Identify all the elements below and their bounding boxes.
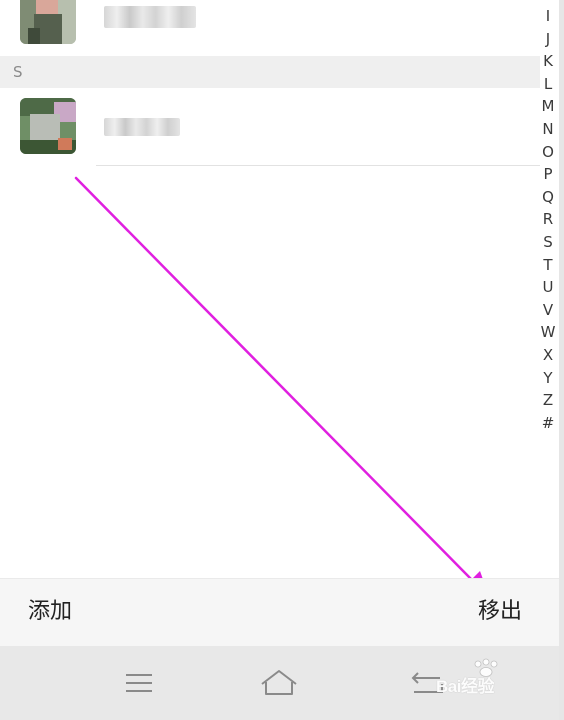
alphabet-index[interactable]: I J K L M N O P Q R S T U V W X Y Z # [538,5,558,434]
alphabet-index-letter[interactable]: N [538,118,558,141]
home-icon [261,670,297,695]
alphabet-index-letter[interactable]: V [538,299,558,322]
contact-row-top[interactable] [0,0,540,56]
add-button[interactable]: 添加 [28,598,72,626]
alphabet-index-letter[interactable]: O [538,141,558,164]
section-letter: S [13,63,23,81]
contact-avatar [20,98,76,154]
watermark-text: Bai经验 [436,677,494,696]
alphabet-index-letter[interactable]: M [538,95,558,118]
alphabet-index-letter[interactable]: Y [538,367,558,390]
alphabet-index-letter[interactable]: Z [538,389,558,412]
screen-edge [559,0,564,720]
contact-list-screen: S I J K L M N O P Q R S T U V W X Y Z # 添加 移出 [0,0,564,720]
nav-home-button[interactable] [259,666,299,702]
section-header: S [0,56,540,88]
baidu-watermark: Bai经验 [432,658,552,698]
remove-button[interactable]: 移出 [478,598,522,626]
alphabet-index-letter[interactable]: W [538,321,558,344]
alphabet-index-letter[interactable]: L [538,73,558,96]
contact-name-blurred [104,118,180,136]
alphabet-index-letter[interactable]: U [538,276,558,299]
alphabet-index-letter[interactable]: S [538,231,558,254]
contact-name-blurred [104,6,196,28]
contact-row-s[interactable] [0,88,540,166]
menu-icon [126,674,152,692]
alphabet-index-letter[interactable]: K [538,50,558,73]
alphabet-index-letter[interactable]: T [538,254,558,277]
nav-menu-button[interactable] [119,666,159,702]
action-bar: 添加 移出 [0,578,559,647]
alphabet-index-letter[interactable]: Q [538,186,558,209]
contact-avatar [20,0,76,44]
alphabet-index-letter[interactable]: I [538,5,558,28]
alphabet-index-letter[interactable]: J [538,28,558,51]
row-divider [96,165,540,166]
alphabet-index-letter[interactable]: P [538,163,558,186]
alphabet-index-letter[interactable]: R [538,208,558,231]
alphabet-index-letter[interactable]: X [538,344,558,367]
alphabet-index-letter[interactable]: # [538,412,558,435]
